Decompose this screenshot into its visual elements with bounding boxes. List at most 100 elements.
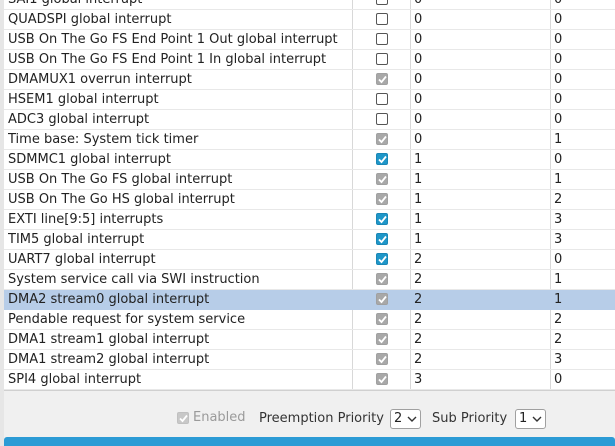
sub-priority-cell[interactable]: 2 <box>550 330 615 350</box>
interrupt-name: USB On The Go FS End Point 1 Out global … <box>8 32 338 47</box>
enabled-checkbox[interactable] <box>376 233 388 245</box>
preemption-priority-cell[interactable]: 1 <box>410 210 548 230</box>
table-row[interactable]: SDMMC1 global interrupt 1 0 <box>4 150 615 170</box>
enabled-checkbox[interactable] <box>376 33 388 45</box>
sub-priority-cell[interactable]: 3 <box>550 210 615 230</box>
preemption-priority-cell[interactable]: 0 <box>410 130 548 150</box>
table-row[interactable]: TIM5 global interrupt 1 3 <box>4 230 615 250</box>
interrupt-name: Pendable request for system service <box>8 312 246 327</box>
enabled-cell <box>352 190 410 210</box>
enabled-checkbox[interactable] <box>376 313 388 325</box>
interrupt-name: USB On The Go HS global interrupt <box>8 192 235 207</box>
preemption-priority-cell[interactable]: 2 <box>410 350 548 370</box>
table-row[interactable]: ADC3 global interrupt 0 0 <box>4 110 615 130</box>
table-row[interactable]: QUADSPI global interrupt 0 0 <box>4 10 615 30</box>
sub-priority-cell[interactable]: 2 <box>550 190 615 210</box>
sub-priority-label: Sub Priority <box>432 411 508 426</box>
interrupt-name: DMA1 stream2 global interrupt <box>8 352 210 367</box>
enabled-checkbox[interactable] <box>376 173 388 185</box>
table-row[interactable]: UART7 global interrupt 2 0 <box>4 250 615 270</box>
enabled-checkbox[interactable] <box>376 133 388 145</box>
enabled-checkbox[interactable] <box>376 13 388 25</box>
preemption-priority-cell[interactable]: 2 <box>410 250 548 270</box>
sub-priority-cell[interactable]: 0 <box>550 70 615 90</box>
sub-priority-cell[interactable]: 0 <box>550 250 615 270</box>
preemption-priority-cell[interactable]: 2 <box>410 330 548 350</box>
table-row[interactable]: Pendable request for system service 2 2 <box>4 310 615 330</box>
table-row[interactable]: USB On The Go FS global interrupt 1 1 <box>4 170 615 190</box>
enabled-checkbox[interactable] <box>376 0 388 5</box>
sub-priority-cell[interactable]: 0 <box>550 30 615 50</box>
table-row[interactable]: System service call via SWI instruction 2… <box>4 270 615 290</box>
enabled-checkbox[interactable] <box>376 53 388 65</box>
table-row[interactable]: DMA2 stream0 global interrupt 2 1 <box>4 290 615 310</box>
sub-priority-cell[interactable]: 0 <box>550 90 615 110</box>
preemption-priority-cell[interactable]: 0 <box>410 10 548 30</box>
enabled-checkbox[interactable] <box>177 412 189 424</box>
check-icon <box>378 315 387 324</box>
sub-priority-cell[interactable]: 0 <box>550 370 615 390</box>
interrupt-name: TIM5 global interrupt <box>8 232 145 247</box>
sub-priority-cell[interactable]: 0 <box>550 50 615 70</box>
interrupt-name: QUADSPI global interrupt <box>8 12 172 27</box>
check-icon <box>378 355 387 364</box>
table-row[interactable]: DMA1 stream2 global interrupt 2 3 <box>4 350 615 370</box>
preemption-priority-cell[interactable]: 0 <box>410 50 548 70</box>
enabled-checkbox[interactable] <box>376 193 388 205</box>
preemption-priority-label: Preemption Priority <box>259 411 384 426</box>
enabled-checkbox[interactable] <box>376 73 388 85</box>
preemption-priority-cell[interactable]: 1 <box>410 170 548 190</box>
check-icon <box>378 135 387 144</box>
enabled-checkbox[interactable] <box>376 153 388 165</box>
enabled-cell <box>352 0 410 10</box>
table-row[interactable]: SAI1 global interrupt 00 <box>4 0 615 10</box>
enabled-checkbox[interactable] <box>376 113 388 125</box>
sub-priority-cell[interactable]: 2 <box>550 310 615 330</box>
preemption-priority-cell[interactable]: 0 <box>410 70 548 90</box>
preemption-priority-cell[interactable]: 2 <box>410 270 548 290</box>
enabled-checkbox[interactable] <box>376 333 388 345</box>
sub-priority-cell[interactable]: 3 <box>550 350 615 370</box>
table-row[interactable]: USB On The Go FS End Point 1 In global i… <box>4 50 615 70</box>
sub-priority-cell[interactable]: 0 <box>550 10 615 30</box>
enabled-cell <box>352 310 410 330</box>
interrupt-name: USB On The Go FS End Point 1 In global i… <box>8 52 327 67</box>
table-row[interactable]: USB On The Go HS global interrupt 1 2 <box>4 190 615 210</box>
preemption-priority-cell[interactable]: 0 <box>410 30 548 50</box>
check-icon <box>378 215 387 224</box>
table-row[interactable]: SPI4 global interrupt 3 0 <box>4 370 615 390</box>
preemption-priority-cell[interactable]: 0 <box>410 0 548 10</box>
table-row[interactable]: EXTI line[9:5] interrupts 1 3 <box>4 210 615 230</box>
preemption-priority-cell[interactable]: 3 <box>410 370 548 390</box>
interrupt-name: HSEM1 global interrupt <box>8 92 159 107</box>
enabled-checkbox[interactable] <box>376 253 388 265</box>
sub-priority-cell[interactable]: 1 <box>550 130 615 150</box>
enabled-checkbox[interactable] <box>376 93 388 105</box>
table-row[interactable]: USB On The Go FS End Point 1 Out global … <box>4 30 615 50</box>
preemption-priority-cell[interactable]: 1 <box>410 150 548 170</box>
preemption-priority-cell[interactable]: 2 <box>410 290 548 310</box>
sub-priority-select[interactable]: 1 <box>515 409 546 429</box>
table-row[interactable]: Time base: System tick timer 0 1 <box>4 130 615 150</box>
sub-priority-cell[interactable]: 0 <box>550 150 615 170</box>
sub-priority-cell[interactable]: 1 <box>550 290 615 310</box>
sub-priority-cell[interactable]: 1 <box>550 270 615 290</box>
sub-priority-cell[interactable]: 3 <box>550 230 615 250</box>
enabled-checkbox[interactable] <box>376 353 388 365</box>
sub-priority-cell[interactable]: 1 <box>550 170 615 190</box>
enabled-checkbox[interactable] <box>376 293 388 305</box>
preemption-priority-cell[interactable]: 2 <box>410 310 548 330</box>
preemption-priority-select[interactable]: 2 <box>390 409 421 429</box>
enabled-checkbox[interactable] <box>376 213 388 225</box>
sub-priority-cell[interactable]: 0 <box>550 0 615 10</box>
preemption-priority-cell[interactable]: 1 <box>410 190 548 210</box>
enabled-checkbox[interactable] <box>376 373 388 385</box>
sub-priority-cell[interactable]: 0 <box>550 110 615 130</box>
table-row[interactable]: DMAMUX1 overrun interrupt 0 0 <box>4 70 615 90</box>
preemption-priority-cell[interactable]: 0 <box>410 90 548 110</box>
preemption-priority-cell[interactable]: 0 <box>410 110 548 130</box>
table-row[interactable]: HSEM1 global interrupt 0 0 <box>4 90 615 110</box>
enabled-checkbox[interactable] <box>376 273 388 285</box>
table-row[interactable]: DMA1 stream1 global interrupt 2 2 <box>4 330 615 350</box>
preemption-priority-cell[interactable]: 1 <box>410 230 548 250</box>
